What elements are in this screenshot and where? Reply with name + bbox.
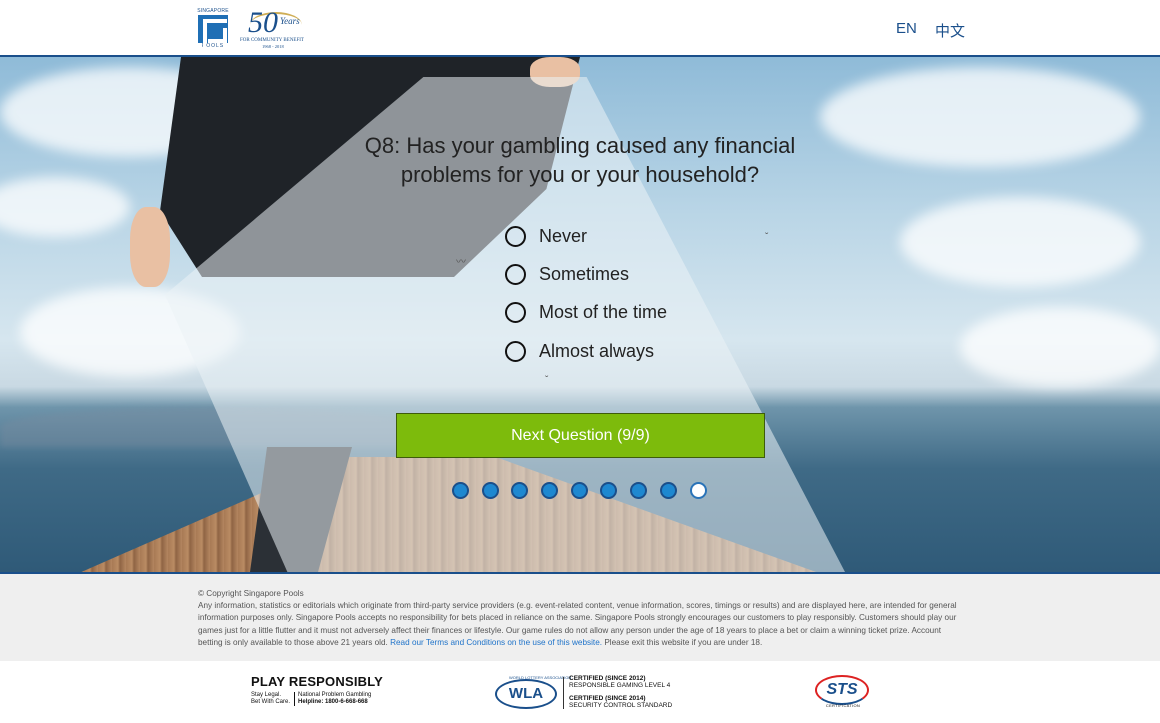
anniversary-logo: 50 Years FOR COMMUNITY BENEFIT 1968 - 20… xyxy=(240,6,312,50)
option-almost-always[interactable]: Almost always xyxy=(505,332,667,370)
cloud-shape xyxy=(960,307,1160,387)
cloud-shape xyxy=(820,67,1140,167)
helpline-line-2: Helpline: 1800-6-668-668 xyxy=(298,699,368,705)
language-en-link[interactable]: EN xyxy=(896,20,917,37)
sts-mark: STS xyxy=(826,681,858,698)
play-line-2: Bet With Care. xyxy=(251,699,291,705)
sp-logo-icon xyxy=(198,15,228,47)
progress-dot xyxy=(541,482,559,499)
sts-subtitle: CERTIFICATION xyxy=(825,703,861,708)
question-text: Q8: Has your gambling caused any financi… xyxy=(364,133,796,187)
bird-icon: ˇ xyxy=(765,232,769,243)
play-responsibly-title: PLAY RESPONSIBLY xyxy=(251,674,384,689)
quiz-hero: 〰 ˇ ˇ Q8: Has your gambling caused any f… xyxy=(0,57,1160,572)
next-question-button[interactable]: Next Question (9/9) xyxy=(396,413,765,458)
bird-icon: ˇ xyxy=(545,375,549,386)
wla-certification-logo[interactable]: WORLD LOTTERY ASSOCIATION WLA CERTIFIED … xyxy=(495,675,673,711)
progress-dot xyxy=(600,482,618,499)
radio-button[interactable] xyxy=(505,302,526,324)
copyright-text: © Copyright Singapore Pools xyxy=(198,589,304,598)
progress-dot xyxy=(481,482,499,499)
wla-divider xyxy=(563,677,564,709)
option-label: Almost always xyxy=(539,340,655,361)
play-responsibly-logo[interactable]: PLAY RESPONSIBLY Stay Legal. Bet With Ca… xyxy=(251,674,386,706)
anniversary-tagline: FOR COMMUNITY BENEFIT xyxy=(240,38,304,43)
helpline-line-1: National Problem Gambling xyxy=(298,692,372,698)
certification-logos: PLAY RESPONSIBLY Stay Legal. Bet With Ca… xyxy=(0,661,1160,723)
site-header: SINGAPORE POOLS 50 Years FOR COMMUNITY B… xyxy=(0,0,1160,57)
anniversary-number: 50 xyxy=(248,6,278,39)
radio-button[interactable] xyxy=(505,263,526,285)
person-hand-left xyxy=(130,207,170,287)
progress-dot xyxy=(511,482,529,499)
anniversary-dates: 1968 - 2018 xyxy=(262,44,284,49)
bird-icon: 〰 xyxy=(456,257,466,268)
cloud-shape xyxy=(900,197,1140,287)
terms-link[interactable]: Read our Terms and Conditions on the use… xyxy=(390,638,602,647)
answer-options: Never Sometimes Most of the time Almost … xyxy=(505,217,667,370)
progress-dot xyxy=(570,482,588,499)
option-most-of-the-time[interactable]: Most of the time xyxy=(505,294,667,332)
option-label: Sometimes xyxy=(539,263,630,284)
option-never[interactable]: Never xyxy=(505,217,667,255)
progress-dot xyxy=(452,482,469,499)
language-zh-link[interactable]: 中文 xyxy=(935,20,965,41)
singapore-pools-logo[interactable]: SINGAPORE POOLS xyxy=(197,8,229,49)
progress-dot-current xyxy=(689,482,707,499)
cloud-shape xyxy=(0,177,130,237)
wla-cert-2-sub: SECURITY CONTROL STANDARD xyxy=(569,702,673,709)
logo-caption-top: SINGAPORE xyxy=(197,8,229,14)
progress-dots xyxy=(452,482,719,499)
wla-cert-2-title: CERTIFIED (SINCE 2014) xyxy=(569,695,646,702)
progress-dot xyxy=(659,482,677,499)
option-sometimes[interactable]: Sometimes xyxy=(505,255,667,293)
wla-cert-1-title: CERTIFIED (SINCE 2012) xyxy=(569,675,646,682)
play-line-1: Stay Legal. xyxy=(251,692,282,698)
option-label: Most of the time xyxy=(539,302,668,323)
radio-button[interactable] xyxy=(505,340,526,362)
option-label: Never xyxy=(539,225,588,246)
wla-cert-1-sub: RESPONSIBLE GAMING LEVEL 4 xyxy=(569,682,671,689)
footer-disclaimer: © Copyright Singapore Pools Any informat… xyxy=(0,572,1160,661)
exit-note: Please exit this website if you are unde… xyxy=(604,637,763,647)
disclaimer-block: © Copyright Singapore Pools Any informat… xyxy=(198,588,966,649)
radio-button[interactable] xyxy=(505,225,526,247)
sts-certification-logo[interactable]: STS CERTIFICATION xyxy=(815,675,871,711)
progress-dot xyxy=(630,482,648,499)
wla-mark: WLA xyxy=(495,679,557,709)
anniversary-years: Years xyxy=(280,16,300,26)
